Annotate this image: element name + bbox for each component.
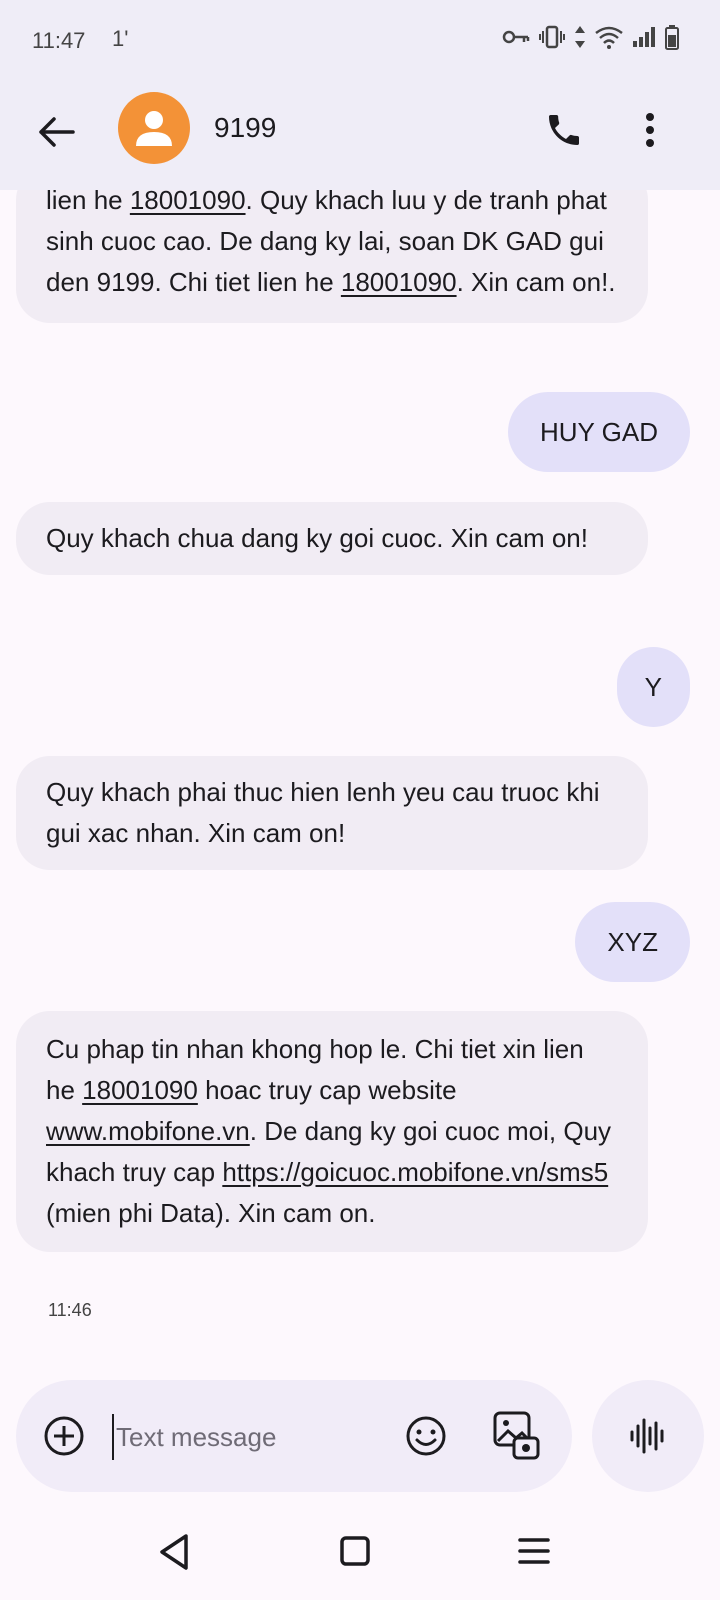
status-bar: 11:47 1' xyxy=(0,0,720,82)
message-list[interactable]: lien he 18001090. Quy khach luu y de tra… xyxy=(0,190,720,1360)
message-link[interactable]: https://goicuoc.mobifone.vn/sms5 xyxy=(222,1157,608,1187)
nav-menu-button[interactable] xyxy=(516,1536,552,1571)
vpn-key-icon xyxy=(502,30,530,44)
emoji-icon xyxy=(406,1416,446,1456)
vibrate-icon xyxy=(539,25,565,49)
status-notification-indicator: 1' xyxy=(112,26,129,51)
data-arrows-icon xyxy=(575,26,585,48)
compose-bar xyxy=(16,1380,572,1492)
nav-home-button[interactable] xyxy=(338,1534,372,1573)
message-timestamp: 11:46 xyxy=(48,1300,92,1320)
call-button[interactable] xyxy=(538,104,590,156)
signal-icon xyxy=(633,27,655,47)
battery-icon xyxy=(665,25,679,50)
nav-home-icon xyxy=(340,1536,370,1566)
outgoing-message[interactable]: Y xyxy=(616,647,690,727)
nav-back-icon xyxy=(160,1534,188,1570)
incoming-message[interactable]: Quy khach phai thuc hien lenh yeu cau tr… xyxy=(16,756,648,870)
message-text: . Xin cam on!. xyxy=(456,267,616,297)
phone-icon xyxy=(549,115,579,145)
contact-avatar[interactable] xyxy=(118,92,190,164)
more-options-button[interactable] xyxy=(630,104,670,156)
message-text: hoac truy cap website xyxy=(197,1075,457,1105)
add-circle-icon xyxy=(44,1416,84,1456)
message-text: Quy khach chua dang ky goi cuoc. Xin cam… xyxy=(46,523,588,553)
back-arrow-icon xyxy=(39,117,75,147)
message-text: (mien phi Data). Xin cam on. xyxy=(46,1198,376,1228)
message-text: Quy khach phai thuc hien lenh yeu cau tr… xyxy=(46,777,600,848)
status-time: 11:47 xyxy=(32,28,86,53)
voice-message-button[interactable] xyxy=(592,1380,704,1492)
gallery-icon xyxy=(493,1411,540,1460)
contact-name[interactable]: 9199 xyxy=(214,112,276,144)
incoming-message[interactable]: lien he 18001090. Quy khach luu y de tra… xyxy=(16,190,648,323)
back-button[interactable] xyxy=(30,106,82,158)
message-link[interactable]: 18001090 xyxy=(82,1075,198,1105)
more-vert-icon xyxy=(646,113,654,147)
add-attachment-button[interactable] xyxy=(42,1414,86,1458)
emoji-button[interactable] xyxy=(404,1414,448,1458)
voice-waveform-icon xyxy=(630,1418,664,1454)
wifi-icon xyxy=(595,26,623,49)
message-text: lien he xyxy=(46,190,130,215)
system-navigation-bar xyxy=(0,1504,720,1600)
outgoing-message[interactable]: HUY GAD xyxy=(508,392,690,472)
outgoing-message[interactable]: XYZ xyxy=(575,902,690,982)
message-input[interactable] xyxy=(112,1414,388,1460)
status-icons xyxy=(502,24,680,50)
message-link[interactable]: 18001090 xyxy=(341,267,457,297)
menu-icon xyxy=(518,1538,550,1564)
message-link[interactable]: 18001090 xyxy=(130,190,246,215)
conversation-header: 9199 xyxy=(0,82,720,190)
nav-back-button[interactable] xyxy=(156,1532,192,1577)
incoming-message[interactable]: Cu phap tin nhan khong hop le. Chi tiet … xyxy=(16,1011,648,1252)
avatar-person-icon xyxy=(136,111,172,146)
gallery-button[interactable] xyxy=(492,1410,540,1460)
incoming-message[interactable]: Quy khach chua dang ky goi cuoc. Xin cam… xyxy=(16,502,648,575)
message-link[interactable]: www.mobifone.vn xyxy=(46,1116,250,1146)
